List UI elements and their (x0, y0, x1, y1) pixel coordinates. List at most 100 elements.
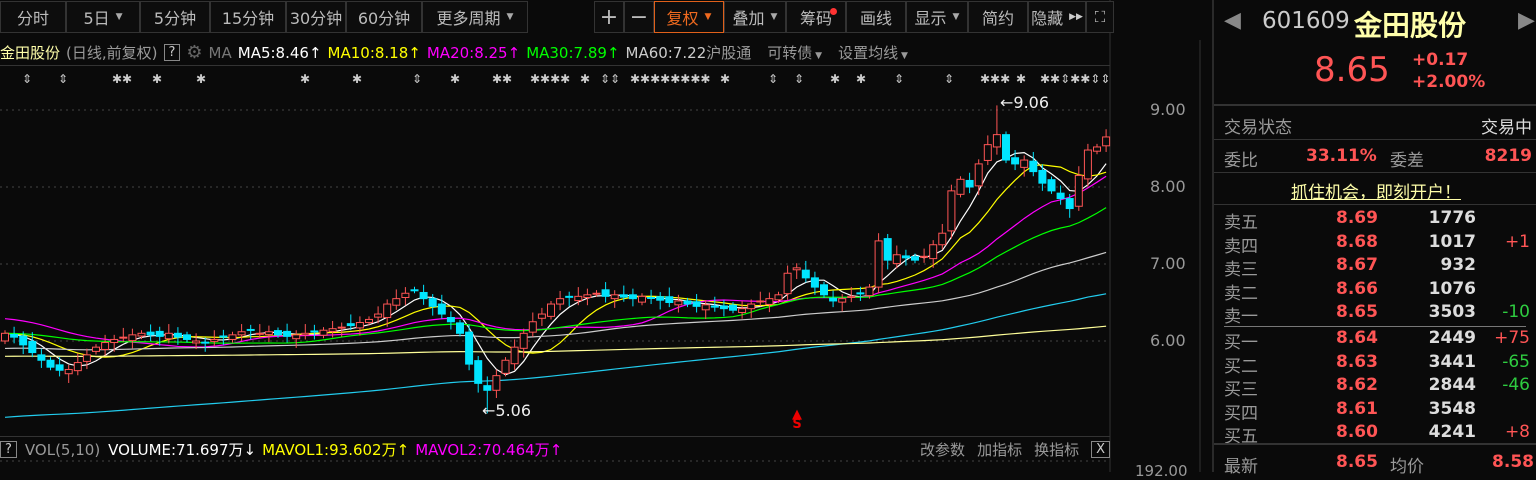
tab-30min[interactable]: 30分钟 (286, 1, 346, 33)
level-change: +75 (1494, 328, 1530, 348)
info-mine-icon[interactable]: ✱ (720, 72, 730, 86)
prev-stock-icon[interactable]: ◀ (1224, 8, 1241, 33)
candle-up (64, 368, 73, 375)
help-button[interactable]: ? (163, 44, 181, 61)
vol-indicator-name: VOL(5,10) (24, 440, 101, 459)
info-mine-icon[interactable]: ✱ (352, 72, 362, 86)
set-ma-dropdown[interactable]: 设置均线 ▼ (838, 42, 908, 63)
candle-up (501, 359, 510, 374)
draw-line-button[interactable]: 画线 (846, 1, 906, 33)
info-mine-icon[interactable]: ✱ (196, 72, 206, 86)
tab-more-periods[interactable]: 更多周期 ▼ (422, 1, 528, 33)
bid-row[interactable]: 买三 8.62 2844 -46 (1224, 375, 1534, 400)
candle-up (519, 332, 528, 349)
hide-button[interactable]: 隐藏 ▶▶ (1028, 1, 1086, 33)
info-mine-icon[interactable]: ✱ (450, 72, 460, 86)
help-button[interactable]: ? (0, 441, 17, 458)
info-mine-icon[interactable]: ⇕ (412, 72, 422, 86)
zoom-out-button[interactable]: − (624, 1, 654, 33)
close-indicator-button[interactable]: X (1091, 441, 1110, 458)
fuquan-button[interactable]: 复权 ▼ (654, 1, 724, 33)
info-mine-icon[interactable]: ✱ (580, 72, 590, 86)
info-mine-icon[interactable]: ✱ (1016, 72, 1026, 86)
ma30-value: MA30:7.89↑ (526, 43, 620, 62)
info-mine-icon[interactable]: ✱✱ (112, 72, 132, 86)
ask-row[interactable]: 卖五 8.69 1776 (1224, 208, 1534, 233)
candle-up (164, 332, 173, 340)
ask-row[interactable]: 卖一 8.65 3503 -10 (1224, 302, 1534, 327)
bid-row[interactable]: 买一 8.64 2449 +75 (1224, 328, 1534, 353)
info-mine-icon[interactable]: ⇕ (58, 72, 68, 86)
next-stock-icon[interactable]: ▶ (1518, 8, 1535, 33)
overlay-button[interactable]: 叠加 ▼ (724, 1, 786, 33)
gear-icon[interactable]: ⚙ (186, 42, 202, 63)
tab-5min[interactable]: 5分钟 (140, 1, 210, 33)
candle-down (601, 289, 610, 297)
info-mine-icon[interactable]: ✱ (830, 72, 840, 86)
zoom-in-button[interactable]: + (594, 1, 624, 33)
convertible-bond-dropdown[interactable]: 可转债 ▼ (767, 42, 822, 63)
info-mine-icon[interactable]: ✱✱✱ (980, 72, 1010, 86)
candle-down (10, 333, 19, 338)
info-mine-icon[interactable]: ⇕ (768, 72, 778, 86)
info-mine-icon[interactable]: ✱ (300, 72, 310, 86)
candle-up (192, 340, 201, 344)
ma-label: MA (208, 43, 232, 62)
candle-up (610, 294, 619, 300)
info-mine-icon[interactable]: ✱✱⇕✱✱⇕⇕ (1040, 72, 1110, 86)
candle-up (1020, 159, 1029, 168)
candle-up (337, 326, 346, 329)
bid-row[interactable]: 买四 8.61 3548 (1224, 399, 1534, 424)
bid-row[interactable]: 买五 8.60 4241 +8 (1224, 422, 1534, 447)
candle-up (82, 354, 91, 362)
tab-15min[interactable]: 15分钟 (210, 1, 286, 33)
candle-down (474, 360, 483, 384)
info-mine-icon[interactable]: ⇕⇕ (600, 72, 620, 86)
level-label: 买三 (1224, 380, 1258, 400)
info-mine-icon[interactable]: ✱✱✱✱✱✱✱✱ (630, 72, 710, 86)
add-indicator-button[interactable]: 加指标 (977, 439, 1022, 460)
status-label: 交易状态 (1224, 118, 1292, 138)
candle-up (792, 267, 801, 271)
candle-up (383, 303, 392, 319)
candle-up (938, 232, 947, 246)
candle-up (1102, 136, 1111, 147)
ask-row[interactable]: 卖二 8.66 1076 (1224, 279, 1534, 304)
level-change: -65 (1502, 351, 1530, 372)
kline-chart[interactable] (0, 0, 1210, 472)
tab-fenshi[interactable]: 分时 (0, 1, 66, 33)
tab-60min[interactable]: 60分钟 (346, 1, 422, 33)
ask-row[interactable]: 卖四 8.68 1017 +1 (1224, 232, 1534, 257)
tab-5day[interactable]: 5日 ▼ (66, 1, 140, 33)
sell-signal-icon[interactable]: ▲ S (792, 408, 802, 431)
info-mine-icon[interactable]: ✱ (856, 72, 866, 86)
chips-button[interactable]: 筹码 (786, 1, 846, 33)
fullscreen-icon[interactable]: ⛶ (1086, 1, 1114, 33)
level-price: 8.64 (1336, 328, 1378, 348)
edit-params-button[interactable]: 改参数 (920, 439, 965, 460)
level-volume: 932 (1440, 255, 1477, 275)
bid-row[interactable]: 买二 8.63 3441 -65 (1224, 351, 1534, 377)
info-mine-icon[interactable]: ⇕ (22, 72, 32, 86)
info-mine-icon[interactable]: ⇕ (894, 72, 904, 86)
display-button[interactable]: 显示 ▼ (906, 1, 968, 33)
open-account-link[interactable]: 抓住机会，即刻开户！ (1291, 178, 1461, 203)
current-price: 8.65 (1314, 50, 1390, 90)
info-mine-icon[interactable]: ✱✱ (492, 72, 512, 86)
ask-row[interactable]: 卖三 8.67 932 (1224, 255, 1534, 280)
candle-down (692, 301, 701, 307)
stock-name: 金田股份 (1354, 9, 1467, 42)
candle-down (37, 354, 46, 361)
info-mine-icon[interactable]: ✱✱✱✱ (530, 72, 570, 86)
trading-status-row: 交易状态 交易中 (1214, 106, 1536, 140)
candle-up (865, 286, 874, 297)
info-mine-icon[interactable]: ⇕ (794, 72, 804, 86)
info-mine-icon[interactable]: ⇕ (944, 72, 954, 86)
switch-indicator-button[interactable]: 换指标 (1034, 439, 1079, 460)
simple-button[interactable]: 简约 (968, 1, 1028, 33)
candle-down (419, 291, 428, 300)
candle-up (110, 338, 119, 344)
hgt-link[interactable]: 沪股通 (706, 42, 751, 63)
stock-name: 金田股份 (0, 44, 61, 62)
info-mine-icon[interactable]: ✱ (152, 72, 162, 86)
